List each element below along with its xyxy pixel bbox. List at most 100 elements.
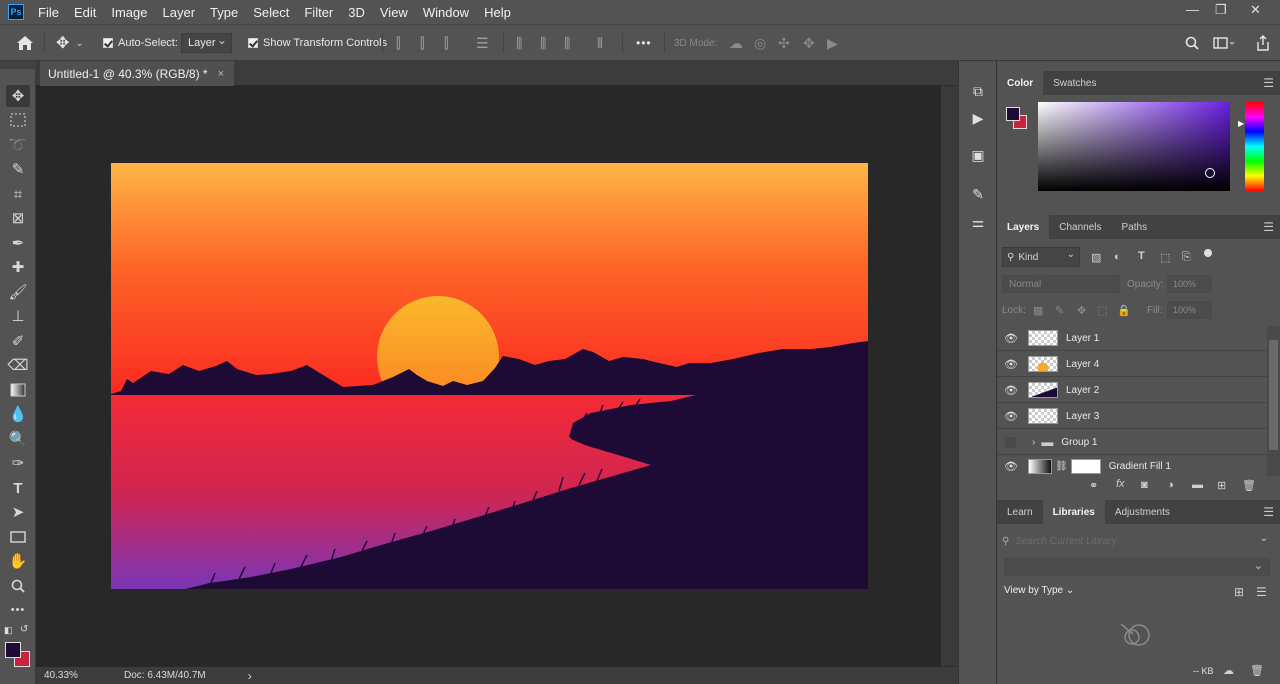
gradient-tool-icon[interactable] [6,379,30,401]
path-selection-tool-icon[interactable]: ➤ [6,501,30,523]
brush-settings-icon[interactable]: ✎ [967,184,989,204]
swap-colors-icon[interactable]: ↺ [20,624,28,635]
layers-panel-menu-icon[interactable]: ☰ [1263,220,1274,234]
menu-layer[interactable]: Layer [163,5,196,20]
library-search-input[interactable]: Search Current Library [1015,536,1116,547]
tab-libraries[interactable]: Libraries [1042,500,1105,524]
blur-tool-icon[interactable]: 💧 [6,403,30,425]
color-field[interactable] [1038,102,1230,191]
tab-channels[interactable]: Channels [1049,215,1111,239]
menu-type[interactable]: Type [210,5,238,20]
close-window-button[interactable]: ✕ [1250,2,1261,18]
distribute-horizontal-icon[interactable]: ⫴ [597,25,603,61]
edit-toolbar-icon[interactable]: ••• [6,599,30,621]
lock-artboard-icon[interactable]: ⬚ [1097,304,1107,317]
layers-scrollbar[interactable] [1267,326,1280,476]
library-select-dropdown[interactable]: ⌄ [1004,558,1270,576]
filter-shape-icon[interactable]: ⬚ [1160,251,1170,264]
auto-select-dropdown[interactable]: Layer [181,33,232,53]
search-dropdown-chevron-icon[interactable]: ⌄ [1260,533,1268,544]
filter-pixel-icon[interactable]: ▨ [1091,251,1101,264]
marquee-tool-icon[interactable] [6,109,30,131]
status-menu-arrow[interactable]: › [248,669,252,683]
search-icon[interactable] [1185,25,1199,61]
share-icon[interactable] [1256,25,1270,61]
hue-slider[interactable] [1245,102,1264,191]
tab-learn[interactable]: Learn [997,500,1043,524]
clone-stamp-tool-icon[interactable]: ⊥ [6,305,30,327]
home-icon[interactable] [16,25,34,61]
visibility-eye-icon[interactable]: 👁 [1000,332,1022,345]
align-center-icon[interactable]: ⫿ [420,25,424,61]
lock-position-icon[interactable]: ✥ [1077,304,1086,317]
link-icon[interactable]: ⛓ [1055,461,1068,472]
visibility-eye-icon[interactable]: 👁 [1000,358,1022,371]
align-middle-icon[interactable]: ⫼ [540,25,546,61]
visibility-eye-icon[interactable]: 👁 [1000,410,1022,423]
filter-type-icon[interactable]: T [1138,250,1145,262]
actions-panel-icon[interactable]: ▶ [967,108,989,128]
eyedropper-tool-icon[interactable]: ✒ [6,232,30,254]
auto-select-checkbox[interactable]: Auto-Select: [103,25,178,61]
move-tool-icon[interactable]: ✥ [6,85,30,107]
pen-tool-icon[interactable]: ✑ [6,452,30,474]
filter-adjustment-icon[interactable]: ◐ [1114,251,1121,263]
menu-window[interactable]: Window [423,5,469,20]
eraser-tool-icon[interactable]: ⌫ [6,354,30,376]
brush-tool-icon[interactable]: 🖌 [6,281,30,303]
menu-3d[interactable]: 3D [348,5,365,20]
new-layer-icon[interactable]: ⊞ [1217,479,1226,492]
zoom-level[interactable]: 40.33% [44,670,124,681]
layer-row[interactable]: › ▬ Group 1 [997,430,1267,455]
lock-transparent-icon[interactable]: ▦ [1033,304,1043,317]
hue-slider-handle-icon[interactable]: ▶ [1238,119,1244,128]
menu-select[interactable]: Select [253,5,289,20]
filter-smart-object-icon[interactable]: ⎘ [1182,251,1191,264]
filter-toggle-icon[interactable] [1204,249,1212,257]
align-left-icon[interactable]: ⫿ [396,25,400,61]
vertical-scrollbar[interactable] [941,86,958,666]
lock-image-icon[interactable]: ✎ [1055,304,1064,317]
filter-kind-dropdown[interactable]: ⚲ Kind ⌄ [1002,247,1080,267]
history-brush-tool-icon[interactable]: ✐ [6,330,30,352]
transform-controls-checkbox[interactable]: Show Transform Controls [248,25,387,61]
3d-scale-icon[interactable]: ▶ [827,25,838,61]
menu-help[interactable]: Help [484,5,511,20]
fill-input[interactable]: 100% [1167,301,1212,319]
frame-tool-icon[interactable]: ⊠ [6,207,30,229]
blend-mode-dropdown[interactable]: Normal [1002,275,1120,293]
add-mask-icon[interactable]: ◙ [1141,479,1148,491]
properties-panel-icon[interactable]: ⚌ [967,212,989,232]
3d-orbit-icon[interactable]: ☁ [729,25,743,61]
character-panel-icon[interactable]: ▣ [967,145,989,165]
foreground-color-swatch[interactable] [5,642,21,658]
more-options-button[interactable]: ••• [636,25,652,61]
close-document-button[interactable]: × [218,68,224,80]
list-view-icon[interactable]: ☰ [1256,585,1267,599]
tab-paths[interactable]: Paths [1112,215,1158,239]
menu-edit[interactable]: Edit [74,5,96,20]
3d-roll-icon[interactable]: ◎ [754,25,766,61]
move-tool-preset-icon[interactable]: ✥ ⌄ [56,25,84,61]
tab-swatches[interactable]: Swatches [1043,71,1106,95]
layer-row[interactable]: 👁 Layer 3 [997,404,1267,429]
view-by-type-dropdown[interactable]: View by Type ⌄ [1004,585,1074,596]
3d-slide-icon[interactable]: ✥ [803,25,815,61]
menu-view[interactable]: View [380,5,408,20]
color-picker-marker[interactable] [1205,168,1215,178]
cloud-sync-icon[interactable]: ☁ [1223,664,1234,677]
distribute-vertical-icon[interactable]: ☰ [476,25,489,61]
menu-filter[interactable]: Filter [304,5,333,20]
layer-name[interactable]: Layer 1 [1066,333,1099,344]
minimize-button[interactable]: — [1186,2,1199,17]
tab-adjustments[interactable]: Adjustments [1105,500,1180,524]
layer-style-icon[interactable]: fx [1116,478,1125,490]
3d-pan-icon[interactable]: ✣ [778,25,790,61]
layer-row[interactable]: 👁 Layer 4 [997,352,1267,377]
layer-row[interactable]: 👁 ⛓ Gradient Fill 1 [997,456,1267,476]
tab-layers[interactable]: Layers [997,215,1050,239]
hand-tool-icon[interactable]: ✋ [6,550,30,572]
rectangle-tool-icon[interactable] [6,526,30,548]
layer-name[interactable]: Gradient Fill 1 [1109,461,1171,472]
menu-file[interactable]: File [38,5,59,20]
